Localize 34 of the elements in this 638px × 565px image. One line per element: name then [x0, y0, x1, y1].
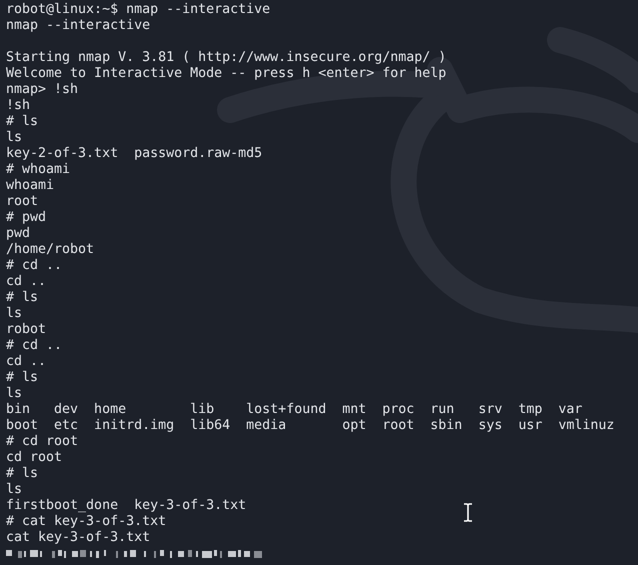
terminal-line: # whoami	[6, 162, 70, 178]
terminal-line: # cat key-3-of-3.txt	[6, 514, 166, 530]
terminal-line: cat key-3-of-3.txt	[6, 530, 150, 546]
terminal-line: boot etc initrd.img lib64 media opt root sbin sys usr vmlinuz	[6, 418, 614, 434]
terminal-line: robot@linux:~$ nmap --interactive	[6, 2, 270, 18]
terminal-line: ls	[6, 482, 22, 498]
terminal-line: cd ..	[6, 274, 46, 290]
terminal-line: firstboot_done key-3-of-3.txt	[6, 498, 246, 514]
terminal-line: Starting nmap V. 3.81 ( http://www.insecure.org/nmap/ )	[6, 50, 446, 66]
terminal-line: # cd ..	[6, 338, 62, 354]
terminal-line: nmap> !sh	[6, 82, 78, 98]
terminal-line: cd ..	[6, 354, 46, 370]
terminal-line: /home/robot	[6, 242, 94, 258]
terminal-line: root	[6, 194, 38, 210]
terminal-line: whoami	[6, 178, 54, 194]
terminal-line: # pwd	[6, 210, 46, 226]
text-cursor-icon	[463, 503, 473, 522]
terminal-line: nmap --interactive	[6, 18, 150, 34]
terminal-line: ls	[6, 386, 22, 402]
terminal-line: # ls	[6, 466, 38, 482]
terminal-line: # ls	[6, 114, 38, 130]
terminal-line: !sh	[6, 98, 30, 114]
terminal-line: ls	[6, 130, 22, 146]
terminal-line: # ls	[6, 370, 38, 386]
terminal-line: cd root	[6, 450, 62, 466]
terminal-line: # cd root	[6, 434, 78, 450]
terminal-line: Welcome to Interactive Mode -- press h <enter> for help	[6, 66, 446, 82]
terminal-line: ls	[6, 306, 22, 322]
terminal-line: # ls	[6, 290, 38, 306]
terminal-line: key-2-of-3.txt password.raw-md5	[6, 146, 262, 162]
terminal-line: # cd ..	[6, 258, 62, 274]
terminal-line: pwd	[6, 226, 30, 242]
terminal-line: robot	[6, 322, 46, 338]
terminal-line: bin dev home lib lost+found mnt proc run srv tmp var	[6, 402, 582, 418]
